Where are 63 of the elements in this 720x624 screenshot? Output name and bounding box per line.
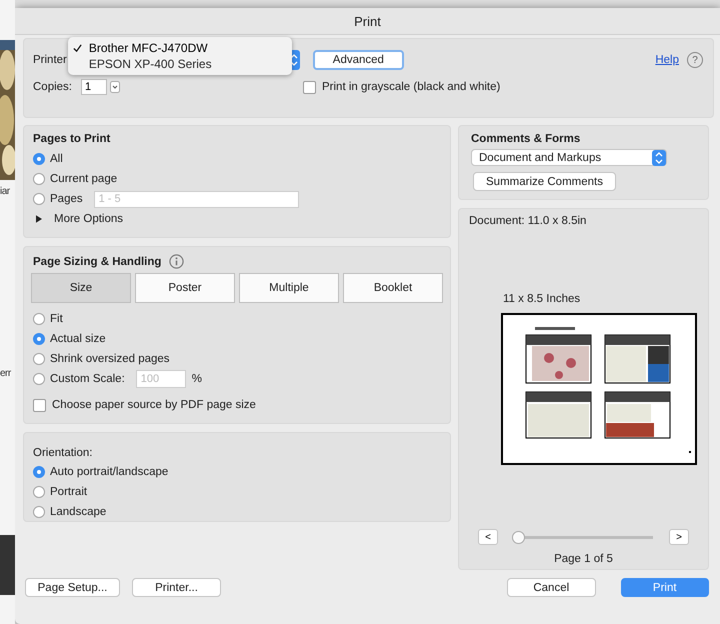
option-label: Pages bbox=[50, 193, 83, 205]
menu-item[interactable]: Brother MFC-J470DW bbox=[68, 40, 292, 56]
section-title: Comments & Forms bbox=[471, 133, 582, 145]
section-title: Page Sizing & Handling bbox=[33, 256, 162, 268]
window-title: Print bbox=[354, 14, 381, 28]
radio-button[interactable] bbox=[33, 333, 45, 345]
page-setup-button[interactable]: Page Setup... bbox=[25, 578, 120, 597]
help-button[interactable]: ? bbox=[687, 52, 703, 68]
radio-button[interactable] bbox=[33, 153, 45, 165]
option-label: Landscape bbox=[50, 506, 106, 518]
popup-arrows-icon bbox=[652, 150, 666, 166]
section-title: Orientation: bbox=[33, 447, 94, 459]
background-text: iar bbox=[0, 186, 10, 197]
cancel-button[interactable]: Cancel bbox=[507, 578, 596, 597]
radio-button[interactable] bbox=[33, 466, 45, 478]
slider-thumb[interactable] bbox=[512, 530, 525, 544]
tab[interactable]: Multiple bbox=[239, 273, 339, 303]
background-text: err bbox=[0, 368, 11, 379]
pages-field[interactable]: 1 - 5 bbox=[94, 190, 299, 208]
previous-page-button[interactable]: < bbox=[478, 529, 498, 545]
option-label: Auto portrait/landscape bbox=[50, 466, 168, 478]
option-label: Fit bbox=[50, 313, 63, 325]
radio-button[interactable] bbox=[33, 313, 45, 325]
tab[interactable]: Size bbox=[31, 273, 131, 303]
comments-select[interactable]: Document and Markups bbox=[471, 149, 667, 166]
checkbox[interactable] bbox=[33, 398, 46, 412]
disclosure-triangle-icon[interactable] bbox=[36, 215, 42, 223]
page-number-label: Page 1 of 5 bbox=[553, 553, 614, 565]
summarize-comments-button[interactable]: Summarize Comments bbox=[473, 172, 616, 191]
stepper-icon[interactable] bbox=[110, 81, 120, 93]
option-label: All bbox=[50, 153, 63, 165]
info-icon[interactable] bbox=[169, 254, 184, 269]
paper-source-label: Choose paper source by PDF page size bbox=[52, 399, 256, 411]
scale-field[interactable]: 100 bbox=[136, 370, 186, 388]
document-size-label: Document: 11.0 x 8.5in bbox=[469, 215, 588, 227]
checkbox[interactable] bbox=[303, 80, 316, 94]
tab[interactable]: Booklet bbox=[343, 273, 443, 303]
option-label: Portrait bbox=[50, 486, 88, 498]
more-options-label[interactable]: More Options bbox=[54, 213, 124, 225]
next-page-button[interactable]: > bbox=[669, 529, 689, 545]
copies-field[interactable]: 1 bbox=[81, 79, 107, 95]
option-label: Current page bbox=[50, 173, 118, 185]
option-label: Shrink oversized pages bbox=[50, 353, 170, 365]
radio-button[interactable] bbox=[33, 506, 45, 518]
check-icon bbox=[72, 44, 82, 52]
advanced-button[interactable]: Advanced bbox=[312, 50, 404, 70]
copies-label: Copies: bbox=[33, 81, 72, 93]
paper-size-label: 11 x 8.5 Inches bbox=[503, 293, 582, 305]
menu-item[interactable]: EPSON XP-400 Series bbox=[68, 56, 292, 72]
radio-button[interactable] bbox=[33, 373, 45, 385]
grayscale-label: Print in grayscale (black and white) bbox=[322, 81, 500, 93]
radio-button[interactable] bbox=[33, 486, 45, 498]
option-label: Custom Scale: bbox=[50, 373, 125, 385]
section-title: Pages to Print bbox=[33, 133, 112, 145]
tab[interactable]: Poster bbox=[135, 273, 235, 303]
radio-button[interactable] bbox=[33, 193, 45, 205]
radio-button[interactable] bbox=[33, 173, 45, 185]
printer-label: Printer bbox=[33, 54, 67, 66]
option-label: Actual size bbox=[50, 333, 106, 345]
printer-button[interactable]: Printer... bbox=[132, 578, 221, 597]
radio-button[interactable] bbox=[33, 353, 45, 365]
help-link[interactable]: Help bbox=[655, 54, 679, 66]
unit-label: % bbox=[192, 373, 202, 385]
